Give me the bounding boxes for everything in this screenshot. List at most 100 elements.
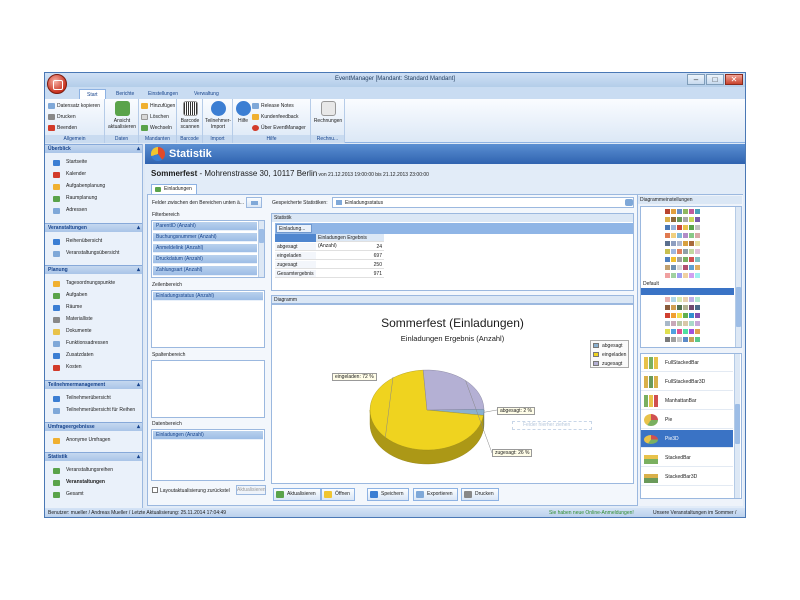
app-menu-icon[interactable] <box>47 74 67 94</box>
palette-swatches[interactable] <box>665 329 725 334</box>
chart-type-fullstackedbar[interactable]: FullStackedBar <box>641 354 733 372</box>
chart-type-fullstackedbar3d[interactable]: FullStackedBar3D <box>641 373 733 391</box>
pie-slice-zugesagt[interactable] <box>422 369 485 411</box>
sidebar-item-veranstaltungsuebersicht[interactable]: Veranstaltungsübersicht <box>51 248 141 259</box>
invoices-button[interactable]: Rechnungen <box>313 101 343 133</box>
filter-scrollbar[interactable] <box>258 221 264 277</box>
close-button[interactable]: ✕ <box>725 74 743 85</box>
chart-type-stackedbar3d[interactable]: StackedBar3D <box>641 468 733 486</box>
sidebar-item-kalender[interactable]: Kalender <box>51 169 141 180</box>
palette-swatches[interactable] <box>665 217 725 222</box>
refresh-button[interactable]: Aktualisieren <box>273 488 321 501</box>
sidebar-item-anonyme-umfragen[interactable]: Anonyme Umfragen <box>51 435 141 446</box>
palette-swatches[interactable] <box>665 241 725 246</box>
sidebar-head-ueberblick[interactable]: Überblick <box>45 144 142 153</box>
tab-start[interactable]: Start <box>79 89 106 99</box>
sidebar-item-teilnehmer-reihen[interactable]: Teilnehmerübersicht für Reihen <box>51 405 141 416</box>
maximize-button[interactable]: □ <box>706 74 724 85</box>
chart-type-stackedbar[interactable]: StackedBar <box>641 449 733 467</box>
palette-swatches[interactable] <box>665 337 725 342</box>
palette-swatches[interactable] <box>665 233 725 238</box>
switch-client-button[interactable]: Wechseln <box>140 123 172 133</box>
sidebar-item-aufgabenplanung[interactable]: Aufgabenplanung <box>51 181 141 192</box>
palette-swatches[interactable] <box>665 265 725 270</box>
scan-barcode-button[interactable]: Barcode scannen <box>178 101 202 133</box>
sidebar-item-raumplanung[interactable]: Raumplanung <box>51 193 141 204</box>
exit-button[interactable]: Beenden <box>47 123 77 133</box>
notes-icon <box>252 103 259 109</box>
sidebar-item-startseite[interactable]: Startseite <box>51 157 141 168</box>
palette-swatches[interactable] <box>665 313 725 318</box>
sidebar-item-raeume[interactable]: Räume <box>51 302 141 313</box>
filter-field[interactable]: Buchungsnummer (Anzahl) <box>153 233 257 242</box>
sidebar-item-gesamt[interactable]: Gesamt <box>51 489 141 500</box>
sidebar-head-planung[interactable]: Planung <box>45 265 142 274</box>
minimize-button[interactable]: – <box>687 74 705 85</box>
print-button[interactable]: Drucken <box>47 112 76 122</box>
release-notes-button[interactable]: Release Notes <box>251 101 294 111</box>
open-button[interactable]: Öffnen <box>321 488 355 501</box>
sidebar-item-reihenuebersicht[interactable]: Reihenübersicht <box>51 236 141 247</box>
scroll-thumb[interactable] <box>735 404 740 444</box>
print-chart-button[interactable]: Drucken <box>461 488 499 501</box>
copy-record-button[interactable]: Datensatz kopieren <box>47 101 100 111</box>
sidebar-head-statistik[interactable]: Statistik <box>45 452 142 461</box>
sidebar-item-veranstaltungsreihen[interactable]: Veranstaltungsreihen <box>51 465 141 476</box>
palette-swatches[interactable] <box>665 225 725 230</box>
dropdown-arrow-icon[interactable] <box>625 199 633 206</box>
scroll-thumb[interactable] <box>736 287 741 327</box>
sidebar-item-kosten[interactable]: Kosten <box>51 362 141 373</box>
field-list-button[interactable] <box>246 197 262 208</box>
sidebar-item-funktionsadressen[interactable]: Funktionsadressen <box>51 338 141 349</box>
row-header-corner[interactable]: Einladung... <box>276 224 312 233</box>
tab-einladungen[interactable]: Einladungen <box>151 184 197 194</box>
layout-defer-checkbox[interactable] <box>152 487 158 493</box>
palette-scrollbar[interactable] <box>735 207 741 347</box>
sidebar-item-adressen[interactable]: Adressen <box>51 205 141 216</box>
tab-einstellungen[interactable]: Einstellungen <box>141 89 185 99</box>
chart-type-manhattanbar[interactable]: ManhattanBar <box>641 392 733 410</box>
palette-swatches[interactable] <box>665 273 725 278</box>
sidebar-item-tagesordnungspunkte[interactable]: Tagesordnungspunkte <box>51 278 141 289</box>
tab-verwaltung[interactable]: Verwaltung <box>187 89 226 99</box>
palette-swatches[interactable] <box>665 297 725 302</box>
refresh-view-button[interactable]: Ansicht aktualisieren <box>107 101 137 133</box>
sidebar-item-zusatzdaten[interactable]: Zusatzdaten <box>51 350 141 361</box>
tab-berichte[interactable]: Berichte <box>109 89 141 99</box>
scroll-thumb[interactable] <box>259 229 264 243</box>
palette-swatches[interactable] <box>665 257 725 262</box>
row-field[interactable]: Einladungsstatus (Anzahl) <box>153 292 263 301</box>
palette-swatches[interactable] <box>665 209 725 214</box>
sidebar-head-teilnehmermanagement[interactable]: Teilnehmermanagement <box>45 380 142 389</box>
save-button[interactable]: Speichern <box>367 488 409 501</box>
palette-selected-row[interactable] <box>641 288 734 295</box>
about-button[interactable]: Über EventManager <box>251 123 306 133</box>
participant-import-button[interactable]: Teilnehmer-Import <box>204 101 232 133</box>
palette-swatches[interactable] <box>665 305 725 310</box>
add-client-button[interactable]: Hinzufügen <box>140 101 175 111</box>
update-layout-button[interactable]: Aktualisieren <box>236 485 266 495</box>
sidebar-item-veranstaltungen[interactable]: Veranstaltungen <box>51 477 141 488</box>
sidebar-head-veranstaltungen[interactable]: Veranstaltungen <box>45 223 142 232</box>
sidebar-head-umfrageergebnisse[interactable]: Umfrageergebnisse <box>45 422 142 431</box>
chart-type-pie[interactable]: Pie <box>641 411 733 429</box>
filter-field[interactable]: ParentID (Anzahl) <box>153 222 257 231</box>
filter-field[interactable]: Druckdatum (Anzahl) <box>153 255 257 264</box>
filter-field[interactable]: Anmeldelink (Anzahl) <box>153 244 257 253</box>
status-new-registrations[interactable]: Sie haben neue Online-Anmeldungen! <box>549 508 634 517</box>
data-field[interactable]: Einladungen (Anzahl) <box>153 431 263 440</box>
delete-client-button[interactable]: Löschen <box>140 112 169 122</box>
sidebar-item-teilnehmeruebersicht[interactable]: Teilnehmerübersicht <box>51 393 141 404</box>
chart-type-pie3d[interactable]: Pie3D <box>641 430 733 448</box>
sidebar-item-dokumente[interactable]: Dokumente <box>51 326 141 337</box>
feedback-button[interactable]: Kundenfeedback <box>251 112 299 122</box>
sidebar-item-materialliste[interactable]: Materialliste <box>51 314 141 325</box>
palette-swatches[interactable] <box>665 321 725 326</box>
export-button[interactable]: Exportieren <box>413 488 458 501</box>
filter-field[interactable]: Zahlungsart (Anzahl) <box>153 266 257 276</box>
sidebar-item-aufgaben[interactable]: Aufgaben <box>51 290 141 301</box>
chart-type-scrollbar[interactable] <box>734 354 740 498</box>
help-button[interactable]: Hilfe <box>235 101 251 133</box>
saved-stats-select[interactable]: Einladungsstatus <box>332 197 634 208</box>
palette-swatches[interactable] <box>665 249 725 254</box>
